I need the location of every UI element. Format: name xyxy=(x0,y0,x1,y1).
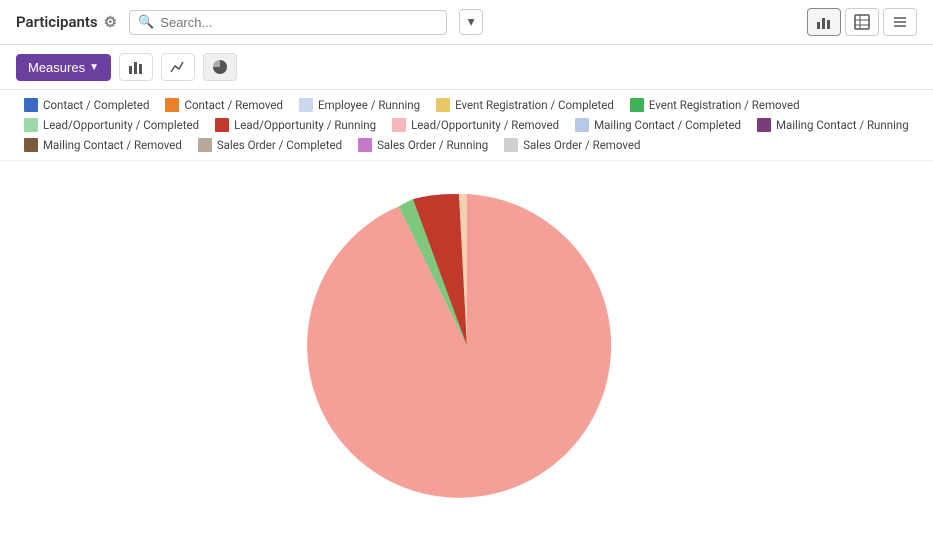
legend-label-sales-order-running: Sales Order / Running xyxy=(377,138,488,152)
legend-item-contact-removed: Contact / Removed xyxy=(165,98,282,112)
pie-svg xyxy=(307,186,627,506)
legend-label-lead-opp-completed: Lead/Opportunity / Completed xyxy=(43,118,199,132)
legend-color-contact-completed xyxy=(24,98,38,112)
search-bar: 🔍 xyxy=(129,10,447,35)
legend-color-sales-order-completed xyxy=(198,138,212,152)
legend-item-sales-order-running: Sales Order / Running xyxy=(358,138,488,152)
legend-label-mailing-contact-completed: Mailing Contact / Completed xyxy=(594,118,741,132)
line-chart-toolbar-icon xyxy=(170,59,186,75)
chart-area xyxy=(0,161,933,531)
legend-label-sales-order-removed: Sales Order / Removed xyxy=(523,138,640,152)
legend-label-employee-running: Employee / Running xyxy=(318,98,420,112)
list-view-button[interactable] xyxy=(883,8,917,36)
measures-caret: ▼ xyxy=(89,62,99,73)
legend-color-lead-opp-completed xyxy=(24,118,38,132)
list-icon xyxy=(892,14,908,30)
pie-chart xyxy=(307,186,627,506)
legend-color-mailing-contact-removed xyxy=(24,138,38,152)
gear-icon[interactable]: ⚙ xyxy=(104,13,117,31)
legend-item-lead-opp-completed: Lead/Opportunity / Completed xyxy=(24,118,199,132)
search-icon: 🔍 xyxy=(138,15,154,30)
table-icon xyxy=(854,14,870,30)
legend-item-sales-order-completed: Sales Order / Completed xyxy=(198,138,342,152)
legend-label-lead-opp-removed: Lead/Opportunity / Removed xyxy=(411,118,559,132)
legend-item-mailing-contact-running: Mailing Contact / Running xyxy=(757,118,909,132)
legend-item-event-reg-removed: Event Registration / Removed xyxy=(630,98,800,112)
legend-color-mailing-contact-running xyxy=(757,118,771,132)
legend-item-contact-completed: Contact / Completed xyxy=(24,98,149,112)
title-text: Participants xyxy=(16,13,98,31)
legend-color-mailing-contact-completed xyxy=(575,118,589,132)
legend-item-event-reg-completed: Event Registration / Completed xyxy=(436,98,614,112)
legend-label-mailing-contact-running: Mailing Contact / Running xyxy=(776,118,909,132)
legend-label-event-reg-removed: Event Registration / Removed xyxy=(649,98,800,112)
legend-label-event-reg-completed: Event Registration / Completed xyxy=(455,98,614,112)
measures-button[interactable]: Measures ▼ xyxy=(16,54,111,81)
legend-item-lead-opp-removed: Lead/Opportunity / Removed xyxy=(392,118,559,132)
legend: Contact / Completed Contact / Removed Empl… xyxy=(0,90,933,161)
bar-chart-icon xyxy=(816,14,832,30)
view-buttons xyxy=(807,8,917,36)
pie-chart-toolbar-icon xyxy=(212,59,228,75)
legend-label-lead-opp-running: Lead/Opportunity / Running xyxy=(234,118,376,132)
legend-label-sales-order-completed: Sales Order / Completed xyxy=(217,138,342,152)
legend-color-sales-order-running xyxy=(358,138,372,152)
legend-color-contact-removed xyxy=(165,98,179,112)
legend-color-lead-opp-removed xyxy=(392,118,406,132)
legend-item-mailing-contact-completed: Mailing Contact / Completed xyxy=(575,118,741,132)
legend-color-event-reg-removed xyxy=(630,98,644,112)
bar-chart-toolbar-button[interactable] xyxy=(119,53,153,81)
legend-label-contact-removed: Contact / Removed xyxy=(184,98,282,112)
legend-item-mailing-contact-removed: Mailing Contact / Removed xyxy=(24,138,182,152)
legend-color-event-reg-completed xyxy=(436,98,450,112)
page-title: Participants ⚙ xyxy=(16,13,117,31)
search-dropdown-button[interactable]: ▾ xyxy=(459,9,484,35)
legend-color-lead-opp-running xyxy=(215,118,229,132)
search-input[interactable] xyxy=(160,15,437,30)
legend-item-lead-opp-running: Lead/Opportunity / Running xyxy=(215,118,376,132)
legend-item-sales-order-removed: Sales Order / Removed xyxy=(504,138,640,152)
top-bar: Participants ⚙ 🔍 ▾ xyxy=(0,0,933,45)
legend-color-employee-running xyxy=(299,98,313,112)
pie-chart-toolbar-button[interactable] xyxy=(203,53,237,81)
legend-label-mailing-contact-removed: Mailing Contact / Removed xyxy=(43,138,182,152)
legend-label-contact-completed: Contact / Completed xyxy=(43,98,149,112)
measures-label: Measures xyxy=(28,60,85,75)
chart-view-button[interactable] xyxy=(807,8,841,36)
line-chart-toolbar-button[interactable] xyxy=(161,53,195,81)
toolbar: Measures ▼ xyxy=(0,45,933,90)
legend-color-sales-order-removed xyxy=(504,138,518,152)
table-view-button[interactable] xyxy=(845,8,879,36)
bar-chart-toolbar-icon xyxy=(128,59,144,75)
legend-item-employee-running: Employee / Running xyxy=(299,98,420,112)
